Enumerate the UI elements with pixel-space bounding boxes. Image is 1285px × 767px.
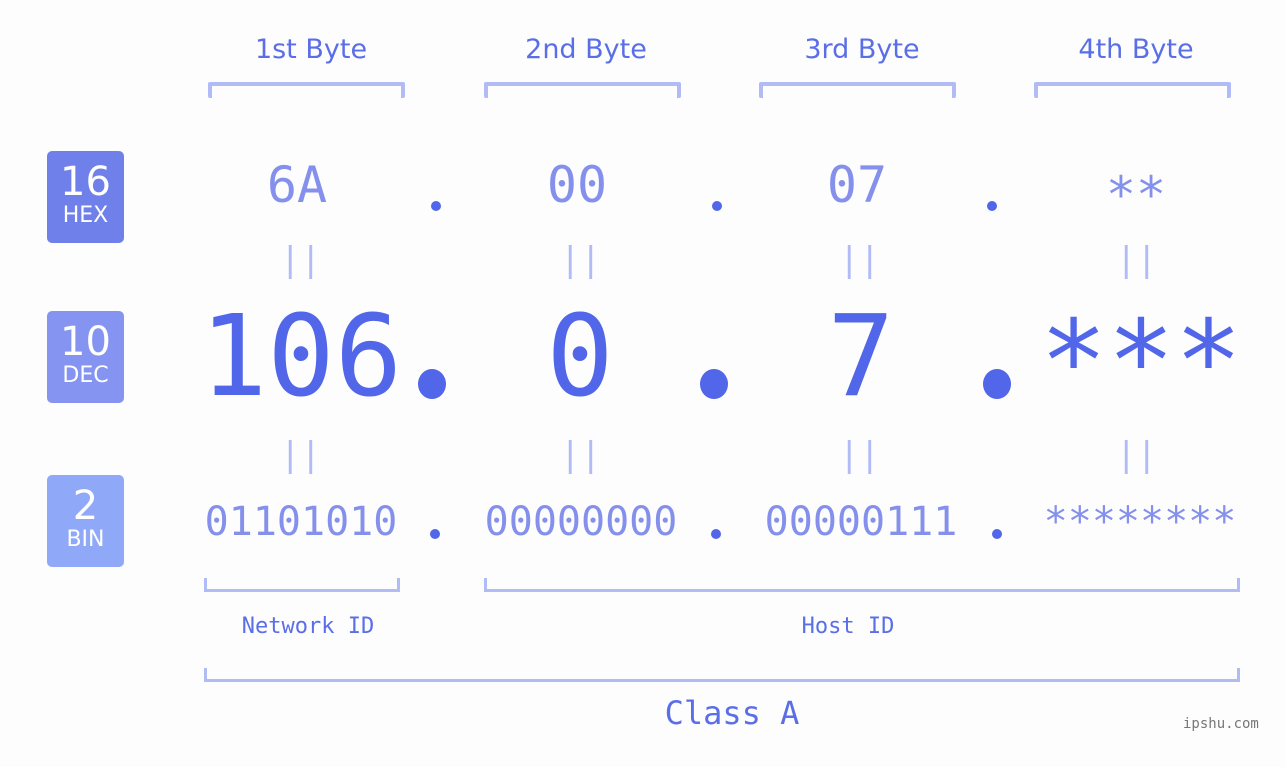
dec-byte-2: 0 — [546, 292, 614, 422]
bracket-byte-3 — [759, 82, 956, 98]
dec-byte-3: 7 — [827, 292, 895, 422]
bin-dot-2 — [711, 529, 721, 539]
header-byte-3: 3rd Byte — [804, 34, 920, 65]
bracket-byte-2 — [484, 82, 681, 98]
equals-dec-bin-1: || — [280, 435, 321, 475]
bin-label: BIN — [66, 527, 105, 552]
bin-base: 2 — [72, 483, 99, 529]
hex-dot-1 — [431, 201, 441, 211]
network-id-bracket — [204, 578, 400, 592]
equals-hex-dec-2: || — [560, 240, 601, 280]
hex-dot-3 — [987, 201, 997, 211]
dec-base: 10 — [60, 319, 111, 365]
bin-dot-1 — [430, 529, 440, 539]
class-label: Class A — [664, 694, 800, 732]
bin-byte-1: 01101010 — [204, 499, 398, 545]
header-byte-2: 2nd Byte — [525, 34, 647, 65]
dec-badge: 10 DEC — [47, 311, 124, 403]
bin-badge: 2 BIN — [47, 475, 124, 567]
hex-badge: 16 HEX — [47, 151, 124, 243]
class-bracket — [204, 668, 1240, 682]
header-byte-4: 4th Byte — [1078, 34, 1194, 65]
network-id-label: Network ID — [241, 614, 375, 639]
dec-byte-1: 106 — [199, 292, 403, 422]
dec-label: DEC — [62, 363, 109, 388]
dec-dot-1 — [418, 369, 446, 399]
equals-hex-dec-3: || — [839, 240, 880, 280]
header-byte-1: 1st Byte — [254, 34, 368, 65]
equals-dec-bin-3: || — [839, 435, 880, 475]
equals-hex-dec-1: || — [280, 240, 321, 280]
bin-byte-2: 00000000 — [484, 499, 678, 545]
bin-dot-3 — [992, 529, 1002, 539]
bracket-byte-1 — [208, 82, 405, 98]
host-id-bracket — [484, 578, 1240, 592]
dec-byte-4: *** — [1039, 297, 1243, 427]
dec-dot-2 — [700, 369, 728, 399]
watermark: ipshu.com — [1183, 716, 1259, 732]
hex-label: HEX — [62, 203, 109, 228]
hex-dot-2 — [712, 201, 722, 211]
equals-dec-bin-4: || — [1116, 435, 1157, 475]
hex-base: 16 — [60, 159, 111, 205]
host-id-label: Host ID — [801, 614, 895, 639]
equals-hex-dec-4: || — [1116, 240, 1157, 280]
bin-byte-4: ******** — [1043, 499, 1237, 545]
hex-byte-4: ** — [1105, 166, 1167, 224]
dec-dot-3 — [983, 369, 1011, 399]
hex-byte-1: 6A — [266, 156, 328, 214]
bin-byte-3: 00000111 — [764, 499, 958, 545]
bracket-byte-4 — [1034, 82, 1231, 98]
equals-dec-bin-2: || — [560, 435, 601, 475]
hex-byte-3: 07 — [826, 156, 888, 214]
hex-byte-2: 00 — [546, 156, 608, 214]
